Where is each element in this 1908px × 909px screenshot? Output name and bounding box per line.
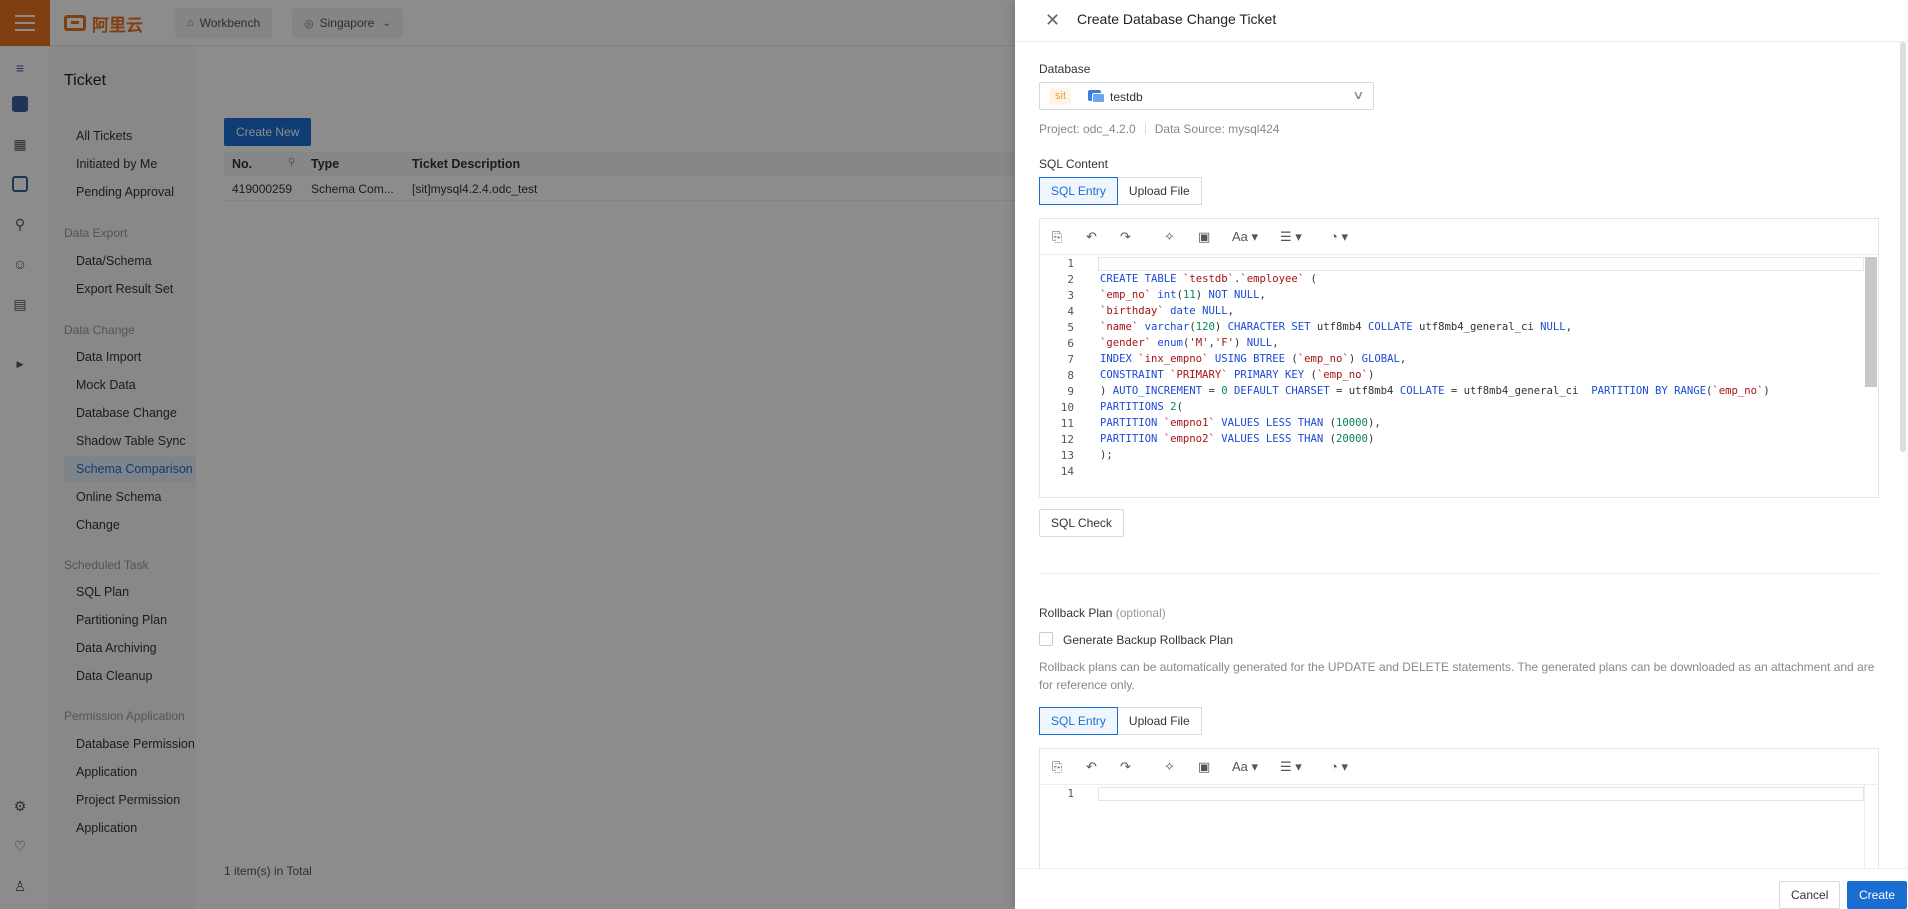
format-icon[interactable]: ⎘ (1052, 229, 1062, 245)
code-line: ) AUTO_INCREMENT = 0 DEFAULT CHARSET = u… (1100, 385, 1770, 397)
drawer-footer: Cancel Create (1015, 868, 1908, 909)
format-icon[interactable]: ⎘ (1052, 759, 1062, 775)
line-number: 1 (1067, 257, 1074, 270)
optional-hint: (optional) (1115, 606, 1166, 620)
magic-icon[interactable]: ✧ (1164, 229, 1175, 245)
line-number: 11 (1060, 417, 1074, 430)
section-divider (1039, 573, 1879, 574)
code-line: PARTITION `empno1` VALUES LESS THAN (100… (1100, 417, 1381, 429)
code-line: `birthday` date NULL, (1100, 305, 1234, 317)
cancel-button[interactable]: Cancel (1779, 881, 1841, 909)
snippet-icon[interactable]: ▣ (1198, 759, 1210, 775)
code-line: ); (1100, 449, 1113, 461)
rollback-plan-label: Rollback Plan (optional) (1039, 606, 1166, 620)
comment-dropdown[interactable]: ◔ ▾ (1330, 229, 1348, 245)
line-number: 5 (1067, 321, 1074, 334)
sql-content-label: SQL Content (1039, 157, 1108, 171)
font-case-label: Aa (1232, 759, 1248, 774)
code-line: INDEX `inx_empno` USING BTREE (`emp_no`)… (1100, 353, 1407, 365)
database-name: testdb (1110, 90, 1143, 104)
magic-icon[interactable]: ✧ (1164, 759, 1175, 775)
font-case-dropdown[interactable]: Aa ▾ (1232, 759, 1258, 775)
project-meta: Project: odc_4.2.0 (1039, 122, 1136, 136)
indent-dropdown[interactable]: ☰ ▾ (1280, 229, 1302, 245)
line-number: 14 (1060, 465, 1074, 478)
line-number: 8 (1067, 369, 1074, 382)
drawer-header: ✕ Create Database Change Ticket (1015, 0, 1908, 42)
undo-icon[interactable]: ↶ (1086, 229, 1097, 245)
undo-icon[interactable]: ↶ (1086, 759, 1097, 775)
modal-overlay[interactable] (0, 0, 1015, 909)
line-number: 9 (1067, 385, 1074, 398)
code-line: CONSTRAINT `PRIMARY` PRIMARY KEY (`emp_n… (1100, 369, 1375, 381)
editor-toolbar: ⎘ ↶ ↷ ✧ ▣ Aa ▾ ☰ ▾ ◔ ▾ (1040, 219, 1878, 255)
line-number: 4 (1067, 305, 1074, 318)
rollback-upload-file-tab[interactable]: Upload File (1117, 707, 1202, 735)
rollback-sql-entry-tab[interactable]: SQL Entry (1039, 707, 1118, 735)
editor-scroll-thumb[interactable] (1865, 257, 1877, 387)
database-meta: Project: odc_4.2.0 Data Source: mysql424 (1039, 122, 1279, 136)
env-tag: sit (1050, 88, 1071, 105)
sql-entry-tab[interactable]: SQL Entry (1039, 177, 1118, 205)
line-number: 2 (1067, 273, 1074, 286)
database-icon (1088, 90, 1105, 103)
create-button[interactable]: Create (1847, 881, 1908, 909)
code-line: CREATE TABLE `testdb`.`employee` ( (1100, 273, 1317, 285)
upload-file-tab[interactable]: Upload File (1117, 177, 1202, 205)
code-line: `gender` enum('M','F') NULL, (1100, 337, 1279, 349)
create-ticket-drawer: ✕ Create Database Change Ticket Database… (1015, 0, 1908, 909)
line-number: 3 (1067, 289, 1074, 302)
sql-editor[interactable]: ⎘ ↶ ↷ ✧ ▣ Aa ▾ ☰ ▾ ◔ ▾ 1 2 3 4 5 6 7 8 9… (1039, 218, 1879, 498)
rollback-hint: Rollback plans can be automatically gene… (1039, 660, 1875, 692)
sql-check-button[interactable]: SQL Check (1039, 509, 1124, 537)
generate-backup-label[interactable]: Generate Backup Rollback Plan (1063, 633, 1233, 647)
current-line-highlight (1098, 787, 1864, 801)
rollback-editor-scrollbar[interactable] (1864, 785, 1878, 877)
rollback-label-text: Rollback Plan (1039, 606, 1113, 620)
line-number: 10 (1060, 401, 1074, 414)
database-select[interactable]: sit testdb ∨ (1039, 82, 1374, 110)
redo-icon[interactable]: ↷ (1120, 759, 1131, 775)
font-case-dropdown[interactable]: Aa ▾ (1232, 229, 1258, 245)
line-number: 12 (1060, 433, 1074, 446)
code-line: PARTITION `empno2` VALUES LESS THAN (200… (1100, 433, 1375, 445)
rollback-input-mode: SQL Entry Upload File (1039, 707, 1202, 735)
comment-dropdown[interactable]: ◔ ▾ (1330, 759, 1348, 775)
editor-scrollbar[interactable] (1864, 255, 1878, 497)
snippet-icon[interactable]: ▣ (1198, 229, 1210, 245)
indent-dropdown[interactable]: ☰ ▾ (1280, 759, 1302, 775)
generate-backup-checkbox[interactable] (1039, 632, 1053, 646)
code-line: PARTITIONS 2( (1100, 401, 1183, 413)
sql-input-mode: SQL Entry Upload File (1039, 177, 1202, 205)
line-number: 1 (1067, 787, 1074, 800)
datasource-meta: Data Source: mysql424 (1154, 122, 1280, 136)
drawer-title: Create Database Change Ticket (1077, 11, 1277, 27)
drawer-scrollbar[interactable] (1900, 42, 1906, 452)
line-number: 7 (1067, 353, 1074, 366)
rollback-sql-editor[interactable]: ⎘ ↶ ↷ ✧ ▣ Aa ▾ ☰ ▾ ◔ ▾ 1 (1039, 748, 1879, 878)
rollback-editor-toolbar: ⎘ ↶ ↷ ✧ ▣ Aa ▾ ☰ ▾ ◔ ▾ (1040, 749, 1878, 785)
database-label: Database (1039, 62, 1091, 76)
code-line: `emp_no` int(11) NOT NULL, (1100, 289, 1266, 301)
code-line: `name` varchar(120) CHARACTER SET utf8mb… (1100, 321, 1573, 333)
current-line-highlight (1098, 257, 1864, 271)
font-case-label: Aa (1232, 229, 1248, 244)
close-icon[interactable]: ✕ (1045, 10, 1060, 31)
line-number: 6 (1067, 337, 1074, 350)
chevron-down-icon: ∨ (1352, 88, 1365, 102)
line-number: 13 (1060, 449, 1074, 462)
redo-icon[interactable]: ↷ (1120, 229, 1131, 245)
